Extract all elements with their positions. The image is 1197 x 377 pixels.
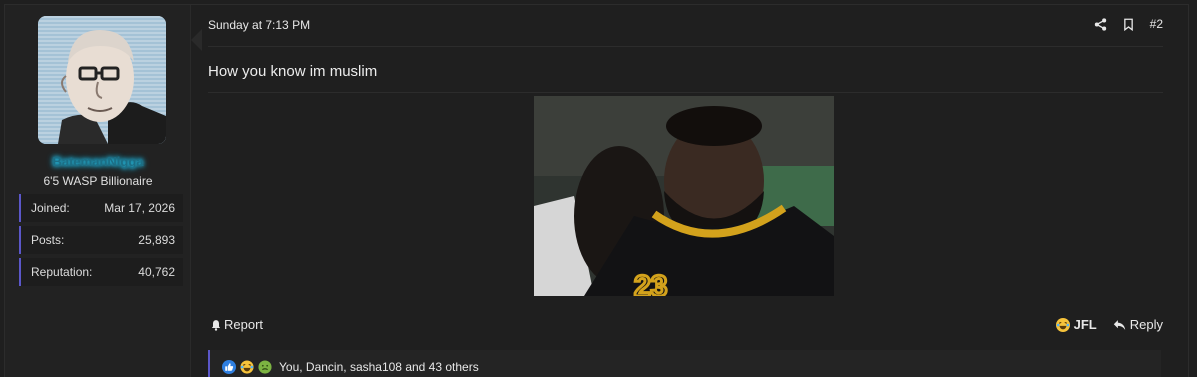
jfl-label: JFL bbox=[1073, 317, 1097, 332]
jfl-reaction-button[interactable]: JFL bbox=[1055, 317, 1097, 332]
post-arrow bbox=[191, 29, 202, 51]
gif-content: 23 bbox=[534, 96, 834, 296]
report-button[interactable]: Report bbox=[210, 317, 263, 332]
forum-post: BatemanNigga 6'5 WASP Billionaire Joined… bbox=[4, 4, 1189, 377]
username[interactable]: BatemanNigga bbox=[5, 154, 191, 169]
bell-icon bbox=[210, 319, 222, 331]
stat-joined: Joined: Mar 17, 2026 bbox=[19, 194, 183, 222]
bookmark-icon[interactable] bbox=[1122, 17, 1136, 31]
reply-button[interactable]: Reply bbox=[1113, 317, 1163, 332]
report-label: Report bbox=[224, 317, 264, 332]
stat-value: 25,893 bbox=[138, 233, 175, 247]
reactions-bar: You, Dancin, sasha108 and 43 others bbox=[208, 350, 1161, 377]
divider bbox=[208, 46, 1163, 47]
user-avatar[interactable] bbox=[38, 16, 166, 144]
stat-reputation: Reputation: 40,762 bbox=[19, 258, 183, 286]
nauseated-emoji-icon bbox=[258, 360, 272, 374]
stat-value: 40,762 bbox=[138, 265, 175, 279]
stat-label: Posts: bbox=[31, 233, 65, 247]
reactions-summary-link[interactable]: You, Dancin, sasha108 and 43 others bbox=[279, 360, 479, 374]
stat-posts: Posts: 25,893 bbox=[19, 226, 183, 254]
svg-text:23: 23 bbox=[634, 270, 667, 296]
post-timestamp[interactable]: Sunday at 7:13 PM bbox=[208, 18, 310, 32]
post-number[interactable]: #2 bbox=[1150, 17, 1163, 31]
user-title: 6'5 WASP Billionaire bbox=[43, 174, 153, 188]
post-main: Sunday at 7:13 PM #2 How you know im mus… bbox=[208, 5, 1163, 377]
stat-label: Joined: bbox=[31, 201, 70, 215]
thumbs-up-icon bbox=[222, 360, 236, 374]
divider bbox=[208, 92, 1163, 93]
reply-arrow-icon bbox=[1113, 319, 1126, 331]
laughing-emoji-icon bbox=[240, 360, 254, 374]
post-actions-bottom: JFL Reply bbox=[1055, 317, 1163, 332]
post-message: How you know im muslim bbox=[208, 63, 378, 80]
stat-value: Mar 17, 2026 bbox=[104, 201, 175, 215]
laughing-emoji-icon bbox=[1055, 317, 1070, 332]
avatar-image bbox=[38, 16, 166, 144]
user-sidebar: BatemanNigga 6'5 WASP Billionaire Joined… bbox=[5, 5, 191, 377]
post-actions-top: #2 bbox=[1094, 17, 1163, 31]
stat-label: Reputation: bbox=[31, 265, 93, 279]
reply-label: Reply bbox=[1129, 317, 1163, 332]
post-gif-image[interactable]: 23 bbox=[534, 96, 834, 296]
share-icon[interactable] bbox=[1094, 17, 1108, 31]
